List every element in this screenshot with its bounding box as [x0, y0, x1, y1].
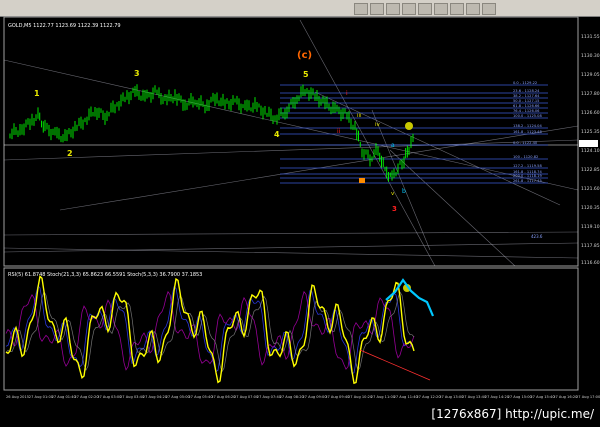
- toolbar-icon[interactable]: [418, 3, 432, 15]
- toolbar-icon[interactable]: [434, 3, 448, 15]
- price-tick: 1120.35: [581, 205, 600, 211]
- fib-level-label: 61.8 - 1126.66: [513, 104, 540, 108]
- fib-level-label: 161.8 - 1123.48: [513, 130, 542, 134]
- wave-label-c: (c): [297, 50, 312, 61]
- price-axis: 1131.55 1130.30 1129.05 1127.80 1126.60 …: [581, 34, 600, 266]
- time-tick: 27 Aug 14:20: [485, 395, 510, 399]
- toolbar-icon[interactable]: [386, 3, 400, 15]
- time-tick: 27 Aug 07:40: [257, 395, 282, 399]
- toolbar-icon[interactable]: [402, 3, 416, 15]
- time-tick: 27 Aug 08:20: [280, 395, 305, 399]
- wave-label-ii: ii: [337, 128, 341, 135]
- fib-level-label: 261.8 - 1117.45: [513, 179, 542, 183]
- wave-label-3: 3: [134, 69, 140, 78]
- price-tick: 1122.85: [581, 167, 600, 173]
- fib-level-label: 127.2 - 1119.58: [513, 164, 542, 168]
- time-tick: 27 Aug 11:00: [371, 395, 396, 399]
- price-tick: 1117.85: [581, 243, 600, 249]
- footer-text: [1276x867] http://upic.me/: [431, 407, 594, 421]
- time-tick: 26 Aug 2015: [6, 395, 29, 399]
- wave-label-b: b: [402, 188, 406, 195]
- chart-window[interactable]: 0.0 - 1129.22 23.6 - 1128.2438.2 - 1127.6…: [0, 16, 600, 404]
- wave-label-iii: iii: [357, 113, 362, 119]
- time-tick: 27 Aug 17:00: [576, 395, 600, 399]
- fib-level-label: 100.0 - 1125.08: [513, 114, 542, 118]
- time-tick: 27 Aug 13:40: [462, 395, 487, 399]
- chart-header: GOLD,M5 1122.77 1123.69 1122.39 1122.79: [8, 23, 121, 29]
- time-tick: 27 Aug 03:40: [120, 395, 145, 399]
- fib-level-label: 38.2 - 1127.64: [513, 94, 540, 98]
- toolbar-icon[interactable]: [482, 3, 496, 15]
- time-tick: 27 Aug 05:40: [188, 395, 213, 399]
- time-tick: 27 Aug 07:00: [234, 395, 259, 399]
- price-tick: 1130.30: [581, 53, 600, 59]
- time-tick: 27 Aug 15:40: [530, 395, 555, 399]
- toolbar-icon[interactable]: [370, 3, 384, 15]
- main-chart-panel[interactable]: [3, 16, 579, 267]
- box-marker: [359, 178, 365, 183]
- fib-level-label: 76.4 - 1126.06: [513, 109, 540, 113]
- fib-level-label: 200.0 - 1118.19: [513, 174, 542, 178]
- wave-label-4: 4: [274, 130, 280, 139]
- time-tick: 27 Aug 09:00: [302, 395, 327, 399]
- footer-bar: [1276x867] http://upic.me/: [0, 404, 600, 427]
- wave-label-red-3: 3: [392, 205, 397, 213]
- wave-label-5: 5: [303, 70, 309, 79]
- fib-extension-label: 423.6: [531, 234, 543, 239]
- time-tick: 27 Aug 02:20: [74, 395, 99, 399]
- toolbar-icon[interactable]: [450, 3, 464, 15]
- price-tick: 1116.60: [581, 260, 600, 266]
- wave-label-iv: iv: [375, 122, 381, 128]
- wave-label-1: 1: [34, 89, 40, 98]
- time-tick: 27 Aug 05:00: [166, 395, 191, 399]
- time-tick: 27 Aug 11:40: [394, 395, 419, 399]
- time-tick: 27 Aug 04:20: [143, 395, 168, 399]
- time-tick: 27 Aug 16:20: [553, 395, 578, 399]
- time-tick: 27 Aug 01:40: [52, 395, 77, 399]
- fib-level-label: 50.0 - 1127.15: [513, 99, 539, 103]
- price-tick: 1119.10: [581, 224, 600, 230]
- fib-level-label: 100 - 1120.82: [513, 155, 538, 159]
- price-tick: 1126.60: [581, 110, 600, 116]
- fib-level-label: 0.0 - 1129.22: [513, 81, 537, 85]
- price-tick: 1131.55: [581, 34, 600, 40]
- price-tick: 1124.10: [581, 148, 600, 154]
- fib-level-label: 0.0 - 1122.40: [513, 141, 538, 145]
- wave-label-2: 2: [67, 149, 73, 158]
- time-tick: 27 Aug 12:20: [416, 395, 441, 399]
- toolbar-icon[interactable]: [466, 3, 480, 15]
- indicator-header: RSI(5) 61.8748 Stoch(21,3,3) 65.8623 66.…: [8, 272, 202, 278]
- price-tick: 1127.80: [581, 91, 600, 97]
- target-marker: [405, 122, 413, 130]
- time-tick: 27 Aug 03:00: [97, 395, 122, 399]
- chart-toolbar: [0, 0, 600, 17]
- price-tick: 1125.35: [581, 129, 600, 135]
- current-price-marker: [579, 140, 598, 147]
- time-tick: 27 Aug 10:20: [348, 395, 373, 399]
- toolbar-icon[interactable]: [354, 3, 368, 15]
- price-tick: 1121.60: [581, 186, 600, 192]
- time-tick: 27 Aug 01:00: [29, 395, 54, 399]
- wave-label-a: a: [391, 142, 395, 149]
- fib-level-label: 23.6 - 1128.24: [513, 89, 540, 93]
- time-axis: 26 Aug 2015 27 Aug 01:0027 Aug 01:4027 Au…: [6, 395, 600, 399]
- indicator-panel[interactable]: [3, 267, 579, 391]
- time-tick: 27 Aug 09:40: [325, 395, 350, 399]
- time-tick: 27 Aug 15:00: [508, 395, 533, 399]
- fib-level-label: 138.2 - 1124.04: [513, 124, 542, 128]
- time-tick: 27 Aug 13:00: [439, 395, 464, 399]
- price-tick: 1129.05: [581, 72, 600, 78]
- time-tick: 27 Aug 06:20: [211, 395, 236, 399]
